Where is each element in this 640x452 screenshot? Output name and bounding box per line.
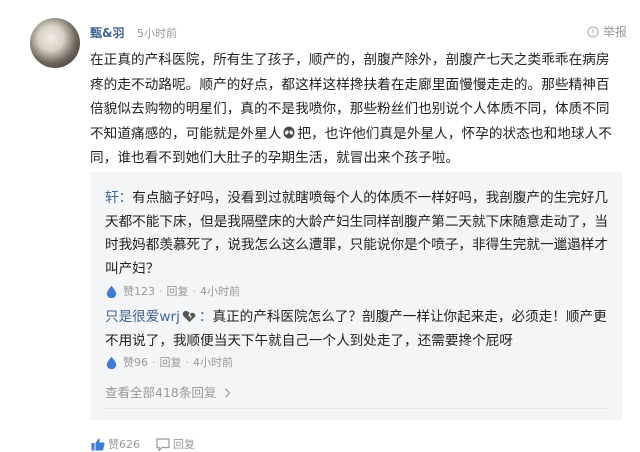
reply-author-name[interactable]: 只是很爱wrj [105,309,180,325]
reply-time: 4小时前 [200,285,240,298]
chevron-right-icon [225,388,231,398]
comment-time: 5小时前 [137,27,177,40]
reply-body: 有点脑子好吗，没看到过就瞎喷每个人的体质不一样好吗，我剖腹产的生完好几天都不能下… [105,190,608,278]
reply-separator: ： [198,309,213,325]
view-all-replies-link[interactable]: 查看全部418条回复 [105,382,231,401]
divider [105,408,608,409]
meta-separator: · [159,284,163,298]
comment-reply-label: 回复 [173,438,195,451]
view-all-label: 查看全部418条回复 [105,385,217,400]
like-icon[interactable] [105,285,118,298]
reply-author-name[interactable]: 轩 [105,190,119,206]
comment-text: 在正真的产科医院，所有生了孩子，顺产的，剖腹产除外，剖腹产七天之类乖乖在病房疼的… [90,48,622,171]
like-button[interactable]: 赞626 [91,436,140,452]
reply-button[interactable]: 回复 [160,354,182,370]
meta-separator: · [192,284,197,298]
reply-button[interactable]: 回复 [167,283,189,299]
report-button[interactable]: 举报 [587,23,627,40]
alien-emoji-icon [283,126,295,138]
comment-reply-button[interactable]: 回复 [156,436,195,452]
meta-separator: · [152,355,156,369]
like-icon[interactable] [105,356,118,369]
reply-text: 轩：有点脑子好吗，没看到过就瞎喷每个人的体质不一样好吗，我剖腹产的生完好几天都不… [105,187,608,282]
reply-author[interactable]: 只是很爱wrj ： [105,309,212,325]
reply-time: 4小时前 [193,356,233,369]
reply-meta: 赞123 · 回复 · 4小时前 [105,283,240,299]
reply-likes[interactable]: 赞96 [123,354,148,370]
thumbs-up-icon [91,438,105,450]
reply-item: 轩：有点脑子好吗，没看到过就瞎喷每个人的体质不一样好吗，我剖腹产的生完好几天都不… [105,187,608,282]
broken-heart-icon [182,310,196,323]
meta-separator: · [185,355,190,369]
comment-author[interactable]: 甄&羽 [90,24,124,41]
comment-actions: 赞626 回复 [91,436,195,452]
avatar[interactable] [30,18,80,68]
reply-meta: 赞96 · 回复 · 4小时前 [105,354,233,370]
report-label: 举报 [602,25,627,39]
reply-author[interactable]: 轩： [105,190,132,206]
reply-text: 只是很爱wrj ：真正的产科医院怎么了？剖腹产一样让你起来走，必须走！顺产更不用… [105,306,608,353]
reply-item: 只是很爱wrj ：真正的产科医院怎么了？剖腹产一样让你起来走，必须走！顺产更不用… [105,306,608,353]
reply-likes[interactable]: 赞123 [123,283,155,299]
reply-icon [156,437,170,451]
report-icon [587,25,599,38]
reply-separator: ： [118,190,133,206]
comment-likes: 赞626 [108,438,140,451]
